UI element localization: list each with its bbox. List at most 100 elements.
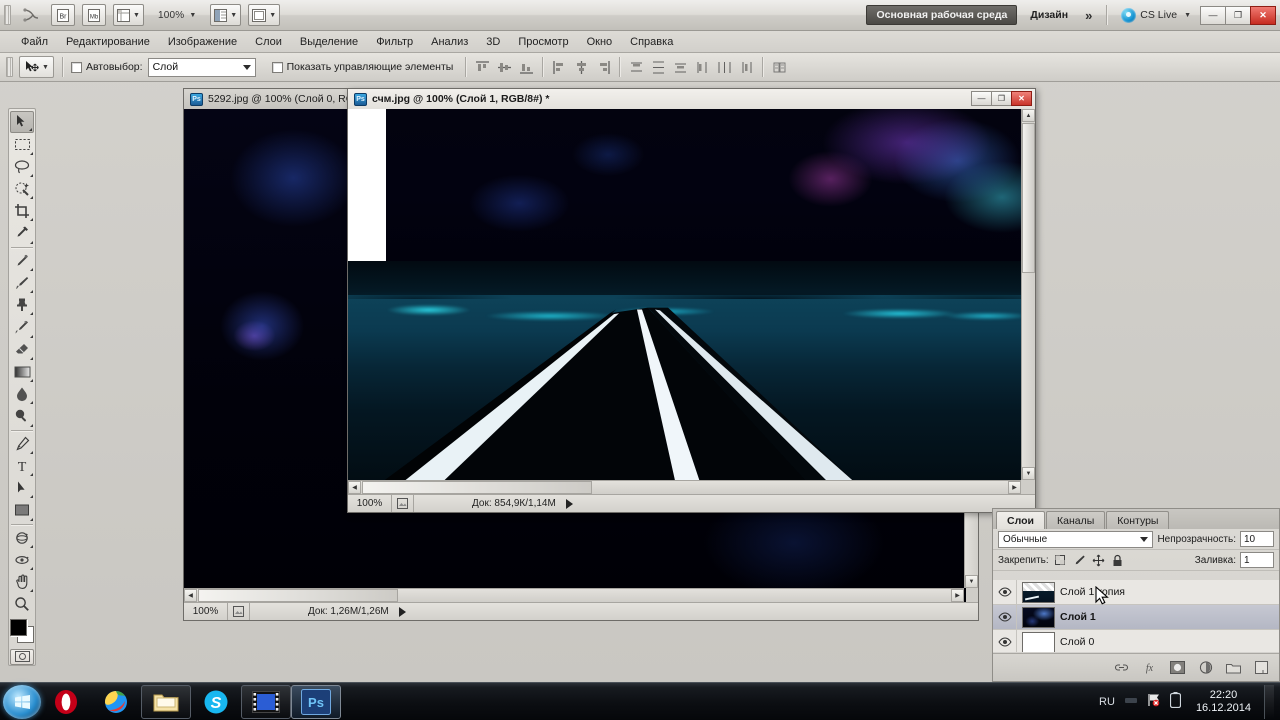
- menu-file[interactable]: Файл: [12, 33, 57, 51]
- gradient-tool[interactable]: [10, 361, 34, 383]
- tab-paths[interactable]: Контуры: [1106, 511, 1170, 529]
- menu-image[interactable]: Изображение: [159, 33, 246, 51]
- menu-filter[interactable]: Фильтр: [367, 33, 422, 51]
- opacity-input[interactable]: 10: [1240, 531, 1274, 547]
- document-preview-icon[interactable]: [392, 495, 414, 512]
- workspace-essentials-button[interactable]: Основная рабочая среда: [866, 5, 1018, 25]
- lock-transparent-pixels-icon[interactable]: [1053, 553, 1068, 568]
- taskbar-skype-icon[interactable]: S: [191, 685, 241, 719]
- lock-all-icon[interactable]: [1110, 553, 1125, 568]
- cs-live-button[interactable]: CS Live ▼: [1121, 7, 1191, 23]
- show-desktop-button[interactable]: [1264, 684, 1274, 719]
- layer-styles-fx-icon[interactable]: fx: [1141, 659, 1158, 676]
- new-layer-icon[interactable]: [1253, 659, 1270, 676]
- layer-row[interactable]: Слой 1: [993, 605, 1279, 630]
- quick-selection-tool[interactable]: [10, 178, 34, 200]
- align-left-edges-icon[interactable]: [549, 57, 569, 77]
- arrange-documents-button[interactable]: ▼: [210, 4, 242, 26]
- distribute-top-edges-icon[interactable]: [626, 57, 646, 77]
- scroll-up-arrow-icon[interactable]: ▲: [1022, 109, 1035, 122]
- distribute-horizontal-centers-icon[interactable]: [714, 57, 734, 77]
- layer-row[interactable]: Слой 0: [993, 630, 1279, 652]
- taskbar-opera-icon[interactable]: [41, 685, 91, 719]
- distribute-right-edges-icon[interactable]: [736, 57, 756, 77]
- vertical-scroll-thumb[interactable]: [1022, 123, 1035, 273]
- menu-3d[interactable]: 3D: [477, 33, 509, 51]
- horizontal-scrollbar-active-doc[interactable]: ◀ ▶: [348, 480, 1021, 494]
- bridge-launch-icon[interactable]: [18, 4, 44, 26]
- document-close-button[interactable]: ✕: [1011, 91, 1032, 106]
- eraser-tool[interactable]: [10, 339, 34, 361]
- current-tool-preset[interactable]: ▼: [19, 56, 54, 78]
- align-horizontal-centers-icon[interactable]: [571, 57, 591, 77]
- distribute-vertical-centers-icon[interactable]: [648, 57, 668, 77]
- history-brush-tool[interactable]: [10, 316, 34, 338]
- menu-layers[interactable]: Слои: [246, 33, 291, 51]
- close-button[interactable]: ✕: [1250, 5, 1276, 25]
- document-tab-schm[interactable]: Ps счм.jpg @ 100% (Слой 1, RGB/8#) *: [348, 89, 1035, 109]
- document-window-active[interactable]: Ps счм.jpg @ 100% (Слой 1, RGB/8#) * — ❐…: [347, 88, 1036, 513]
- blur-tool[interactable]: [10, 383, 34, 405]
- horizontal-scrollbar-background-doc[interactable]: ◀ ▶: [184, 588, 964, 602]
- scroll-down-arrow-icon[interactable]: ▼: [965, 575, 978, 588]
- link-layers-icon[interactable]: [1113, 659, 1130, 676]
- taskbar-video-player-icon[interactable]: [241, 684, 291, 719]
- layer-thumbnail[interactable]: [1022, 606, 1055, 628]
- taskbar-clock[interactable]: 22:20 16.12.2014: [1190, 689, 1255, 715]
- align-bottom-edges-icon[interactable]: [516, 57, 536, 77]
- hand-tool[interactable]: [10, 571, 34, 593]
- brush-tool[interactable]: [10, 272, 34, 294]
- status-zoom-field[interactable]: 100%: [184, 603, 228, 620]
- path-selection-tool[interactable]: [10, 477, 34, 499]
- eyedropper-tool[interactable]: [10, 222, 34, 244]
- move-tool[interactable]: [10, 111, 34, 134]
- rotate-3d-tool[interactable]: [10, 526, 34, 548]
- screen-mode-button[interactable]: ▼: [248, 4, 281, 26]
- new-adjustment-layer-icon[interactable]: [1197, 659, 1214, 676]
- auto-align-layers-icon[interactable]: [769, 57, 789, 77]
- view-extras-button[interactable]: ▼: [113, 4, 144, 26]
- lock-image-pixels-icon[interactable]: [1072, 553, 1087, 568]
- clone-stamp-tool[interactable]: [10, 294, 34, 316]
- lock-position-icon[interactable]: [1091, 553, 1106, 568]
- language-indicator[interactable]: RU: [1099, 696, 1115, 708]
- vertical-scrollbar-active-doc[interactable]: ▲ ▼: [1021, 109, 1035, 480]
- scroll-down-arrow-icon[interactable]: ▼: [1022, 467, 1035, 480]
- scroll-left-arrow-icon[interactable]: ◀: [348, 481, 361, 494]
- healing-brush-tool[interactable]: [10, 250, 34, 272]
- tab-layers[interactable]: Слои: [996, 511, 1045, 529]
- align-vertical-centers-icon[interactable]: [494, 57, 514, 77]
- layer-row[interactable]: Слой 1 копия: [993, 580, 1279, 605]
- type-tool[interactable]: T: [10, 455, 34, 477]
- autoselect-checkbox[interactable]: [70, 61, 82, 73]
- document-restore-button[interactable]: ❐: [991, 91, 1012, 106]
- status-menu-arrow-icon[interactable]: [565, 498, 573, 509]
- menu-edit[interactable]: Редактирование: [57, 33, 159, 51]
- rectangular-marquee-tool[interactable]: [10, 133, 34, 155]
- quick-mask-toggle[interactable]: [10, 648, 34, 666]
- optionsbar-grip[interactable]: [6, 57, 13, 77]
- scroll-right-arrow-icon[interactable]: ▶: [951, 589, 964, 602]
- menu-analysis[interactable]: Анализ: [422, 33, 477, 51]
- layer-thumbnail[interactable]: [1022, 631, 1055, 652]
- pen-tool[interactable]: [10, 433, 34, 455]
- menu-view[interactable]: Просмотр: [509, 33, 577, 51]
- tray-expand-icon[interactable]: [1124, 694, 1138, 709]
- document-tab-5292[interactable]: Ps 5292.jpg @ 100% (Слой 0, RG: [184, 89, 348, 109]
- status-menu-arrow-icon[interactable]: [398, 606, 406, 617]
- restore-button[interactable]: ❐: [1225, 5, 1251, 25]
- status-zoom-field[interactable]: 100%: [348, 495, 392, 512]
- horizontal-scroll-thumb[interactable]: [362, 481, 592, 494]
- workspace-more-icon[interactable]: »: [1077, 8, 1100, 23]
- zoom-level-field[interactable]: 100%: [158, 10, 184, 21]
- workspace-design-button[interactable]: Дизайн: [1021, 5, 1077, 25]
- menu-help[interactable]: Справка: [621, 33, 682, 51]
- fill-input[interactable]: 1: [1240, 552, 1274, 568]
- layer-thumbnail[interactable]: [1022, 581, 1055, 603]
- document-preview-icon[interactable]: [228, 603, 250, 620]
- color-swatches[interactable]: [9, 618, 35, 644]
- layer-visibility-eye-icon[interactable]: [993, 605, 1017, 629]
- taskbar-media-ball-icon[interactable]: [91, 685, 141, 719]
- scroll-left-arrow-icon[interactable]: ◀: [184, 589, 197, 602]
- crop-tool[interactable]: [10, 200, 34, 222]
